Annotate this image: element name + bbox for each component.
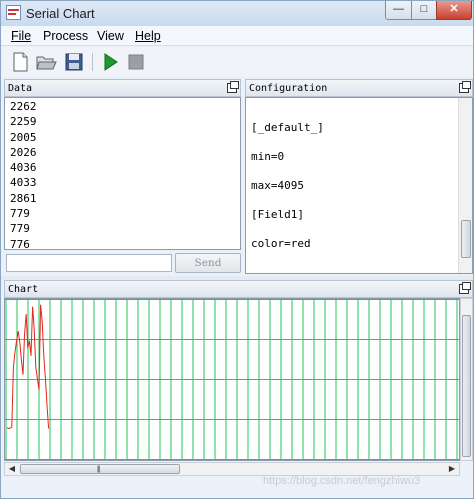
data-log[interactable]: 2262 2259 2005 2026 4036 4033 2861 779 7… [4, 97, 241, 250]
config-scroll-thumb[interactable] [461, 220, 471, 258]
config-line: [_default_] [251, 121, 324, 134]
config-line: max=4095 [251, 179, 304, 192]
data-line: 2861 [10, 191, 37, 205]
watermark: https://blog.csdn.net/fengzhiwu3 [263, 475, 421, 487]
chart-plot-area [4, 298, 460, 461]
grip-icon: ||| [97, 466, 101, 473]
chart-panel-title: Chart [8, 284, 39, 295]
data-panel-title: Data [8, 83, 33, 94]
data-line: 2005 [10, 130, 37, 144]
title-bar[interactable]: Serial Chart — □ ✕ [1, 1, 473, 26]
data-line: 2259 [10, 115, 37, 129]
scroll-left-icon[interactable]: ◀ [5, 463, 19, 475]
menu-view[interactable]: View [97, 29, 124, 43]
float-panel-icon[interactable] [459, 282, 471, 294]
data-line: 776 [10, 237, 30, 250]
data-line: 2026 [10, 145, 37, 159]
config-lines: [_default_] min=0 max=4095 [Field1] colo… [251, 113, 324, 258]
stop-icon[interactable] [125, 51, 147, 73]
data-line: 2262 [10, 100, 37, 113]
chart-horizontal-scrollbar[interactable]: ◀ ||| ▶ [4, 462, 460, 476]
data-line: 779 [10, 207, 30, 221]
minimize-button[interactable]: — [385, 1, 412, 20]
data-lines: 2262 2259 2005 2026 4036 4033 2861 779 7… [10, 99, 37, 250]
config-line: color=red [251, 237, 311, 250]
data-line: 4036 [10, 161, 37, 175]
menu-help-label: Help [135, 29, 161, 43]
open-folder-icon[interactable] [35, 51, 57, 73]
config-line: min=0 [251, 150, 285, 163]
config-editor[interactable]: [_default_] min=0 max=4095 [Field1] colo… [245, 97, 473, 274]
chart-vertical-scrollbar[interactable] [460, 298, 473, 461]
chart-svg [5, 299, 459, 460]
data-line: 4033 [10, 176, 37, 190]
menu-process[interactable]: Process [43, 29, 88, 43]
menu-file-label: File [11, 29, 32, 43]
toolbar [1, 47, 473, 77]
float-panel-icon[interactable] [459, 81, 471, 93]
toolbar-separator [92, 53, 93, 71]
menu-help[interactable]: Help [135, 29, 161, 43]
config-scrollbar[interactable] [458, 98, 472, 273]
maximize-button[interactable]: □ [411, 1, 437, 20]
config-panel-header: Configuration [245, 79, 473, 97]
float-panel-icon[interactable] [227, 81, 239, 93]
chart-hscroll-thumb[interactable]: ||| [20, 464, 180, 474]
close-button[interactable]: ✕ [436, 1, 472, 20]
play-icon[interactable] [99, 51, 121, 73]
save-icon[interactable] [63, 51, 85, 73]
app-icon [6, 5, 21, 20]
app-window: Serial Chart — □ ✕ File Process View Hel… [0, 0, 474, 499]
data-panel-header: Data [4, 79, 241, 97]
send-input[interactable] [6, 254, 172, 272]
data-line: 779 [10, 222, 30, 236]
new-file-icon[interactable] [9, 51, 31, 73]
send-button[interactable]: Send [175, 253, 241, 273]
menu-bar: File Process View Help [1, 26, 473, 46]
config-line: [Field1] [251, 208, 304, 221]
chart-panel-header: Chart [4, 280, 473, 298]
menu-file[interactable]: File [11, 29, 31, 43]
config-panel-title: Configuration [249, 83, 328, 94]
send-row: Send [4, 252, 241, 274]
scroll-right-icon[interactable]: ▶ [445, 463, 459, 475]
chart-vscroll-thumb[interactable] [462, 315, 471, 457]
window-title: Serial Chart [26, 6, 95, 21]
